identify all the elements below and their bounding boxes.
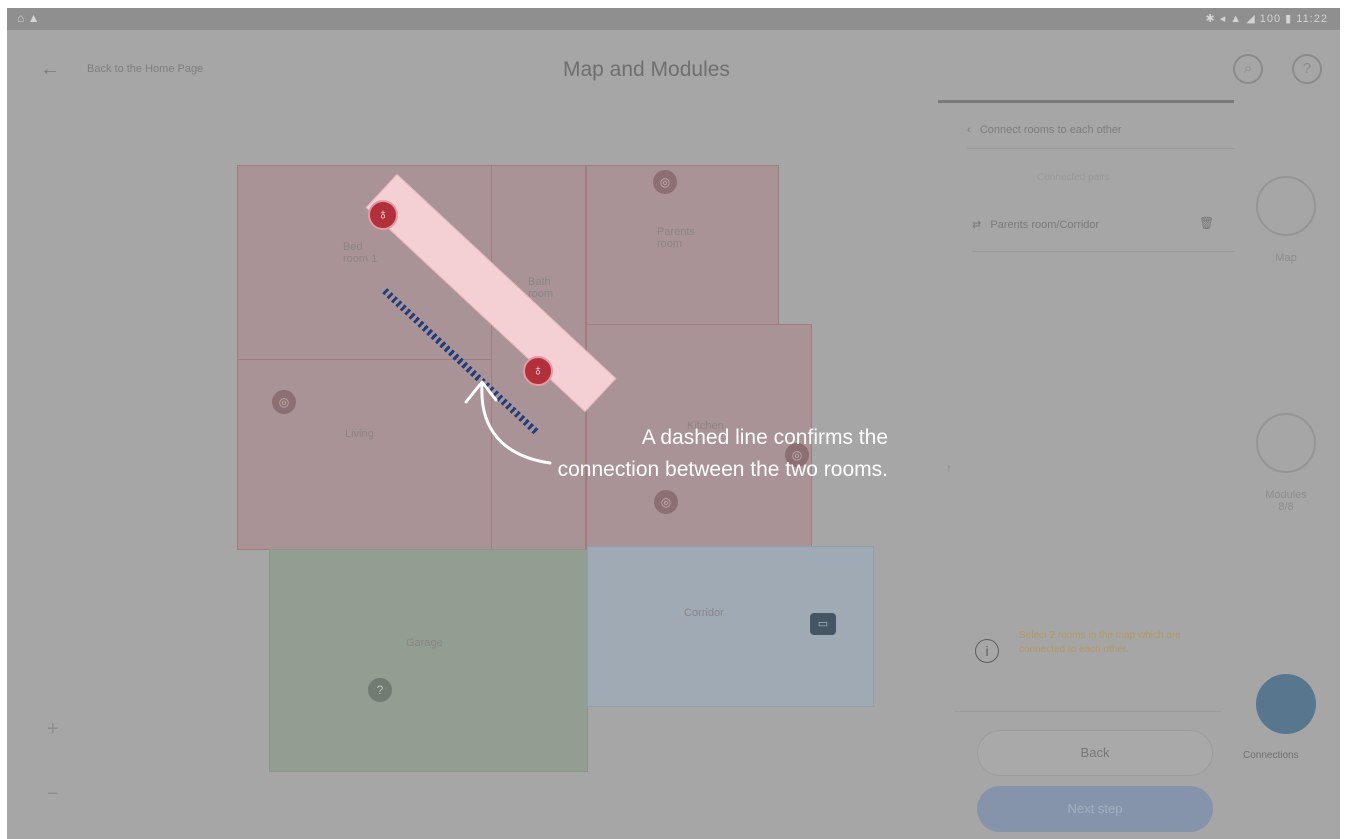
room-parents[interactable]: ◎ Parents room	[586, 165, 779, 325]
modules-nav-button[interactable]	[1256, 413, 1316, 473]
room-label: Bed room 1	[343, 241, 378, 265]
bulb-icon[interactable]: ♁	[368, 200, 398, 230]
map-nav-button[interactable]	[1256, 176, 1316, 236]
zoom-in-button[interactable]: +	[47, 718, 59, 741]
divider	[967, 148, 1235, 149]
map-nav-label: Map	[1275, 252, 1297, 264]
app-screen: ⌂ ▲ ✱ ◂ ▲ ◢ 100 ▮ 11:22 ← Back to the Ho…	[7, 8, 1340, 839]
room-label: Living	[345, 428, 374, 440]
status-icons-left: ⌂ ▲	[17, 11, 40, 25]
back-arrow-icon[interactable]: ←	[40, 58, 60, 81]
next-step-button[interactable]: Next step	[977, 786, 1213, 832]
back-link[interactable]: Back to the Home Page	[87, 63, 203, 75]
connections-nav-label: Connections	[1243, 750, 1299, 761]
link-icon: ⇄	[972, 219, 991, 231]
page-title: Map and Modules	[563, 58, 730, 81]
panel-heading-text: Connect rooms to each other	[979, 124, 1122, 136]
room-garage[interactable]: ? Garage	[269, 549, 588, 772]
module-icon: ◎	[272, 390, 296, 414]
chevron-left-icon[interactable]: ‹	[967, 124, 980, 136]
panel-subheading: Connected pairs	[1037, 172, 1110, 183]
connection-list-item[interactable]: ⇄ Parents room/Corridor	[972, 218, 1099, 231]
divider	[955, 711, 1223, 712]
module-icon: ?	[368, 678, 392, 702]
tv-module-icon: ▭	[810, 613, 836, 635]
panel-divider	[938, 100, 1234, 103]
trash-icon[interactable]: 🗑	[1199, 216, 1214, 230]
divider	[972, 251, 1234, 252]
panel-heading: ‹ Connect rooms to each other	[967, 124, 1122, 136]
room-label: Garage	[406, 637, 443, 649]
room-corridor[interactable]: Corridor ▭	[587, 546, 874, 707]
help-icon[interactable]: ?	[1292, 54, 1322, 84]
search-icon[interactable]: ⌕	[1233, 54, 1263, 84]
info-text: Select 2 rooms in the map which are conn…	[1019, 630, 1181, 655]
connections-nav-button[interactable]	[1256, 674, 1316, 734]
module-icon: ◎	[654, 490, 678, 514]
callout-arrow	[464, 380, 552, 465]
status-icons-right: ✱ ◂ ▲ ◢ 100 ▮ 11:22	[1205, 13, 1328, 25]
module-icon: ◎	[653, 170, 677, 194]
room-label: Parents room	[657, 226, 695, 250]
scroll-up-icon[interactable]: ↑	[946, 461, 952, 475]
callout-text: A dashed line confirms the connection be…	[557, 426, 888, 481]
room-label: Corridor	[684, 607, 724, 619]
zoom-out-button[interactable]: −	[47, 783, 59, 806]
back-button[interactable]: Back	[977, 730, 1213, 776]
status-bar: ⌂ ▲ ✱ ◂ ▲ ◢ 100 ▮ 11:22	[7, 8, 1340, 30]
modules-nav-label: Modules 8/8	[1265, 489, 1307, 513]
info-icon: i	[975, 639, 999, 663]
room-label: Bath room	[528, 276, 554, 300]
connection-item-label: Parents room/Corridor	[990, 219, 1100, 231]
